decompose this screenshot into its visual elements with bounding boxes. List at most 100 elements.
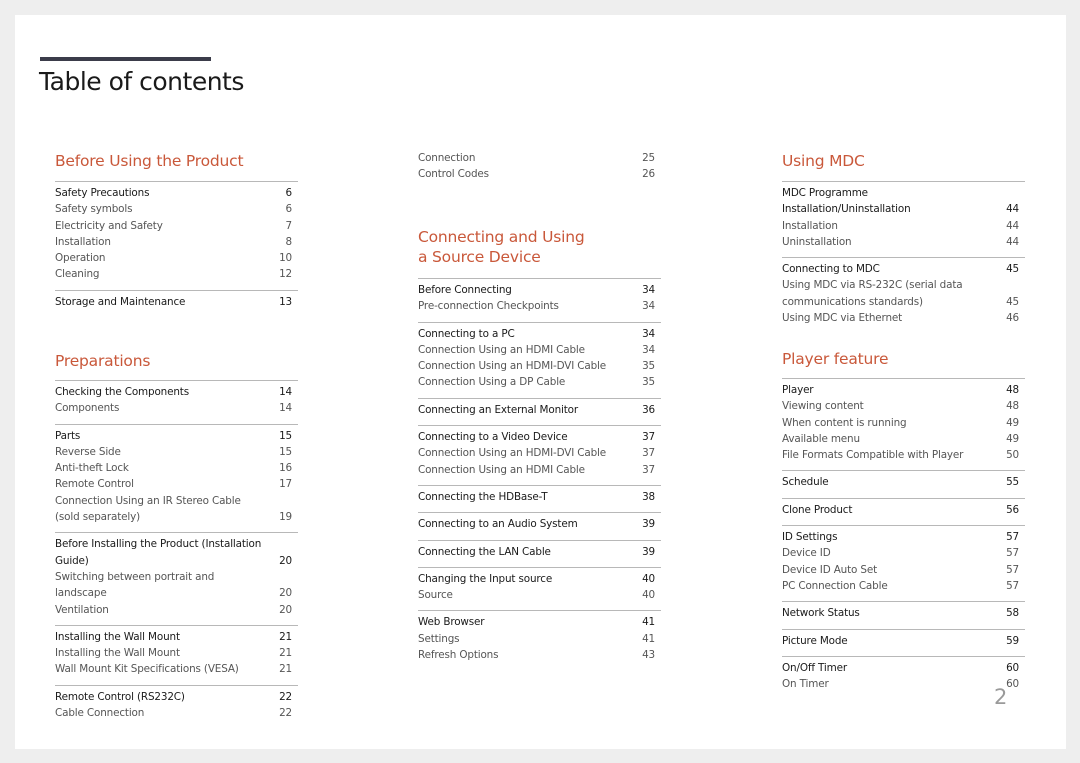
toc-group: MDC Programme Installation/Uninstallatio…: [782, 181, 1025, 250]
toc-entry-heading[interactable]: Connecting the LAN Cable 39: [418, 544, 661, 560]
toc-group: Web Browser 41 Settings 41 Refresh Options 43: [418, 610, 661, 663]
toc-entry[interactable]: Remote Control 17: [55, 476, 298, 492]
toc-entry-page: 21: [279, 630, 292, 643]
toc-entry[interactable]: Control Codes 26: [418, 166, 661, 182]
toc-entry-page: 22: [279, 690, 292, 703]
toc-entry-page: 46: [1006, 312, 1019, 325]
toc-entry-heading[interactable]: On/Off Timer 60: [782, 660, 1025, 676]
toc-entry-heading[interactable]: Installing the Wall Mount 21: [55, 629, 298, 645]
toc-entry[interactable]: Anti-theft Lock 16: [55, 460, 298, 476]
toc-group: Connecting to a Video Device 37 Connection…: [418, 425, 661, 478]
toc-group: Connection 25 Control Codes 26: [418, 150, 661, 183]
toc-entry-label: Connecting to a Video Device: [418, 431, 568, 444]
toc-entry-page: 35: [642, 360, 655, 373]
toc-entry-page: 34: [642, 300, 655, 313]
toc-entry-heading[interactable]: Clone Product 56: [782, 502, 1025, 518]
toc-entry-heading[interactable]: Connecting to an Audio System 39: [418, 516, 661, 532]
toc-entry-heading[interactable]: Connecting an External Monitor 36: [418, 402, 661, 418]
toc-entry-heading[interactable]: Picture Mode 59: [782, 633, 1025, 649]
toc-entry-label: Device ID Auto Set: [782, 563, 877, 576]
toc-entry-page: 49: [1006, 432, 1019, 445]
toc-entry-heading[interactable]: Web Browser 41: [418, 614, 661, 630]
toc-entry-page: 6: [285, 203, 293, 216]
toc-entry-page: 45: [1006, 295, 1019, 308]
toc-group: Safety Precautions 6 Safety symbols 6 Electr…: [55, 181, 298, 283]
toc-entry[interactable]: Cleaning 12: [55, 266, 298, 282]
toc-entry-page: 39: [642, 518, 655, 531]
toc-entry[interactable]: Available menu 49: [782, 431, 1025, 447]
toc-entry[interactable]: When content is running 49: [782, 415, 1025, 431]
toc-entry-label: Connecting the HDBase-T: [418, 490, 548, 503]
toc-entry[interactable]: Connection Using an IR Stereo Cable (sol…: [55, 493, 298, 526]
toc-entry[interactable]: Connection Using an HDMI Cable 37: [418, 462, 661, 478]
toc-entry-heading[interactable]: ID Settings 57: [782, 529, 1025, 545]
toc-entry[interactable]: Uninstallation 44: [782, 234, 1025, 250]
toc-entry[interactable]: Safety symbols 6: [55, 201, 298, 217]
section-title: Player feature: [782, 350, 889, 368]
toc-entry[interactable]: Viewing content 48: [782, 398, 1025, 414]
toc-entry-page: 48: [1006, 400, 1019, 413]
toc-entry[interactable]: Installation 8: [55, 234, 298, 250]
toc-entry[interactable]: Electricity and Safety 7: [55, 218, 298, 234]
toc-entry-heading[interactable]: Safety Precautions 6: [55, 185, 298, 201]
toc-entry[interactable]: Wall Mount Kit Specifications (VESA) 21: [55, 661, 298, 677]
toc-entry[interactable]: Device ID Auto Set 57: [782, 562, 1025, 578]
toc-entry[interactable]: Connection Using an HDMI-DVI Cable 35: [418, 358, 661, 374]
toc-entry-page: 55: [1006, 476, 1019, 489]
toc-entry-heading[interactable]: Before Installing the Product (Installat…: [55, 536, 298, 569]
toc-entry[interactable]: Ventilation 20: [55, 602, 298, 618]
toc-entry-page: 20: [279, 587, 292, 600]
toc-entry-label: Safety symbols: [55, 203, 133, 216]
toc-entry-heading[interactable]: Storage and Maintenance 13: [55, 294, 298, 310]
toc-entry-page: 15: [279, 429, 292, 442]
toc-entry[interactable]: PC Connection Cable 57: [782, 578, 1025, 594]
toc-entry-label: Installation: [782, 219, 838, 232]
toc-entry-label: Network Status: [782, 607, 860, 620]
toc-entry-heading[interactable]: Checking the Components 14: [55, 384, 298, 400]
toc-entry-heading[interactable]: Connecting the HDBase-T 38: [418, 489, 661, 505]
toc-entry-heading[interactable]: Parts 15: [55, 428, 298, 444]
toc-entry-page: 56: [1006, 503, 1019, 516]
toc-entry-page: 20: [279, 554, 292, 567]
toc-entry-heading[interactable]: Network Status 58: [782, 605, 1025, 621]
toc-entry-page: 57: [1006, 579, 1019, 592]
toc-entry[interactable]: Connection Using an HDMI Cable 34: [418, 342, 661, 358]
toc-entry-heading[interactable]: Remote Control (RS232C) 22: [55, 689, 298, 705]
toc-entry-heading[interactable]: Connecting to MDC 45: [782, 261, 1025, 277]
toc-entry[interactable]: On Timer 60: [782, 676, 1025, 692]
toc-entry-page: 58: [1006, 607, 1019, 620]
toc-entry-heading[interactable]: Player 48: [782, 382, 1025, 398]
toc-entry-heading[interactable]: Before Connecting 34: [418, 282, 661, 298]
toc-entry[interactable]: Refresh Options 43: [418, 647, 661, 663]
toc-entry-heading[interactable]: Schedule 55: [782, 474, 1025, 490]
toc-entry[interactable]: Connection 25: [418, 150, 661, 166]
toc-entry[interactable]: Connection Using an HDMI-DVI Cable 37: [418, 445, 661, 461]
toc-entry[interactable]: Pre-connection Checkpoints 34: [418, 298, 661, 314]
toc-group: Clone Product 56: [782, 497, 1025, 518]
toc-entry-heading[interactable]: Connecting to a PC 34: [418, 326, 661, 342]
toc-entry[interactable]: Reverse Side 15: [55, 444, 298, 460]
toc-entry-heading[interactable]: Connecting to a Video Device 37: [418, 429, 661, 445]
toc-entry[interactable]: Connection Using a DP Cable 35: [418, 374, 661, 390]
toc-entry-label: Before Installing the Product (Installat…: [55, 538, 262, 567]
toc-entry-page: 19: [279, 511, 292, 524]
toc-column-2: Connection 25 Control Codes 26 Connecting a…: [418, 150, 661, 661]
toc-entry[interactable]: Cable Connection 22: [55, 705, 298, 721]
toc-entry-page: 41: [642, 632, 655, 645]
toc-entry-label: Connection Using an HDMI-DVI Cable: [418, 447, 607, 460]
toc-entry[interactable]: Installing the Wall Mount 21: [55, 645, 298, 661]
toc-entry-heading[interactable]: Changing the Input source 40: [418, 571, 661, 587]
toc-entry[interactable]: Using MDC via Ethernet 46: [782, 310, 1025, 326]
toc-entry[interactable]: Switching between portrait and landscape…: [55, 569, 298, 602]
toc-entry[interactable]: Using MDC via RS-232C (serial data commu…: [782, 277, 1025, 310]
toc-entry[interactable]: Operation 10: [55, 250, 298, 266]
toc-entry-heading[interactable]: MDC Programme Installation/Uninstallatio…: [782, 185, 1025, 218]
toc-entry[interactable]: Source 40: [418, 587, 661, 603]
toc-entry[interactable]: Device ID 57: [782, 545, 1025, 561]
toc-group: Parts 15 Reverse Side 15 Anti-theft Lock 16 Re…: [55, 423, 298, 526]
toc-entry-page: 49: [1006, 416, 1019, 429]
toc-entry[interactable]: Components 14: [55, 400, 298, 416]
toc-entry[interactable]: File Formats Compatible with Player 50: [782, 447, 1025, 463]
toc-entry[interactable]: Installation 44: [782, 218, 1025, 234]
toc-entry[interactable]: Settings 41: [418, 631, 661, 647]
